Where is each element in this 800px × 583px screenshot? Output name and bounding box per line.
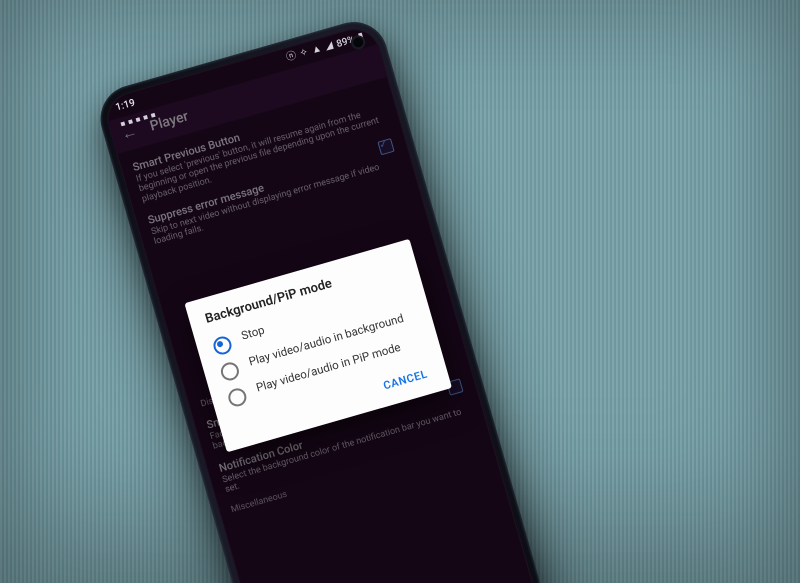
stage: 1:19 ⓝ ✧ ▲ ◢ 89% ▮ ■■■■■ ← Player <box>0 0 800 583</box>
status-time: 1:19 <box>114 97 136 113</box>
phone-body: 1:19 ⓝ ✧ ▲ ◢ 89% ▮ ■■■■■ ← Player <box>93 14 548 583</box>
nfc-icon: ⓝ <box>285 51 297 63</box>
radio-icon[interactable] <box>226 386 248 408</box>
radio-icon[interactable] <box>211 334 233 356</box>
signal-icon: ◢ <box>324 41 334 53</box>
radio-icon[interactable] <box>219 360 241 382</box>
vibrate-icon: ✧ <box>299 48 310 60</box>
wifi-icon: ▲ <box>311 44 323 56</box>
photo-background: 1:19 ⓝ ✧ ▲ ◢ 89% ▮ ■■■■■ ← Player <box>0 0 800 583</box>
phone-screen: 1:19 ⓝ ✧ ▲ ◢ 89% ▮ ■■■■■ ← Player <box>101 23 539 583</box>
option-label: Stop <box>240 324 266 344</box>
